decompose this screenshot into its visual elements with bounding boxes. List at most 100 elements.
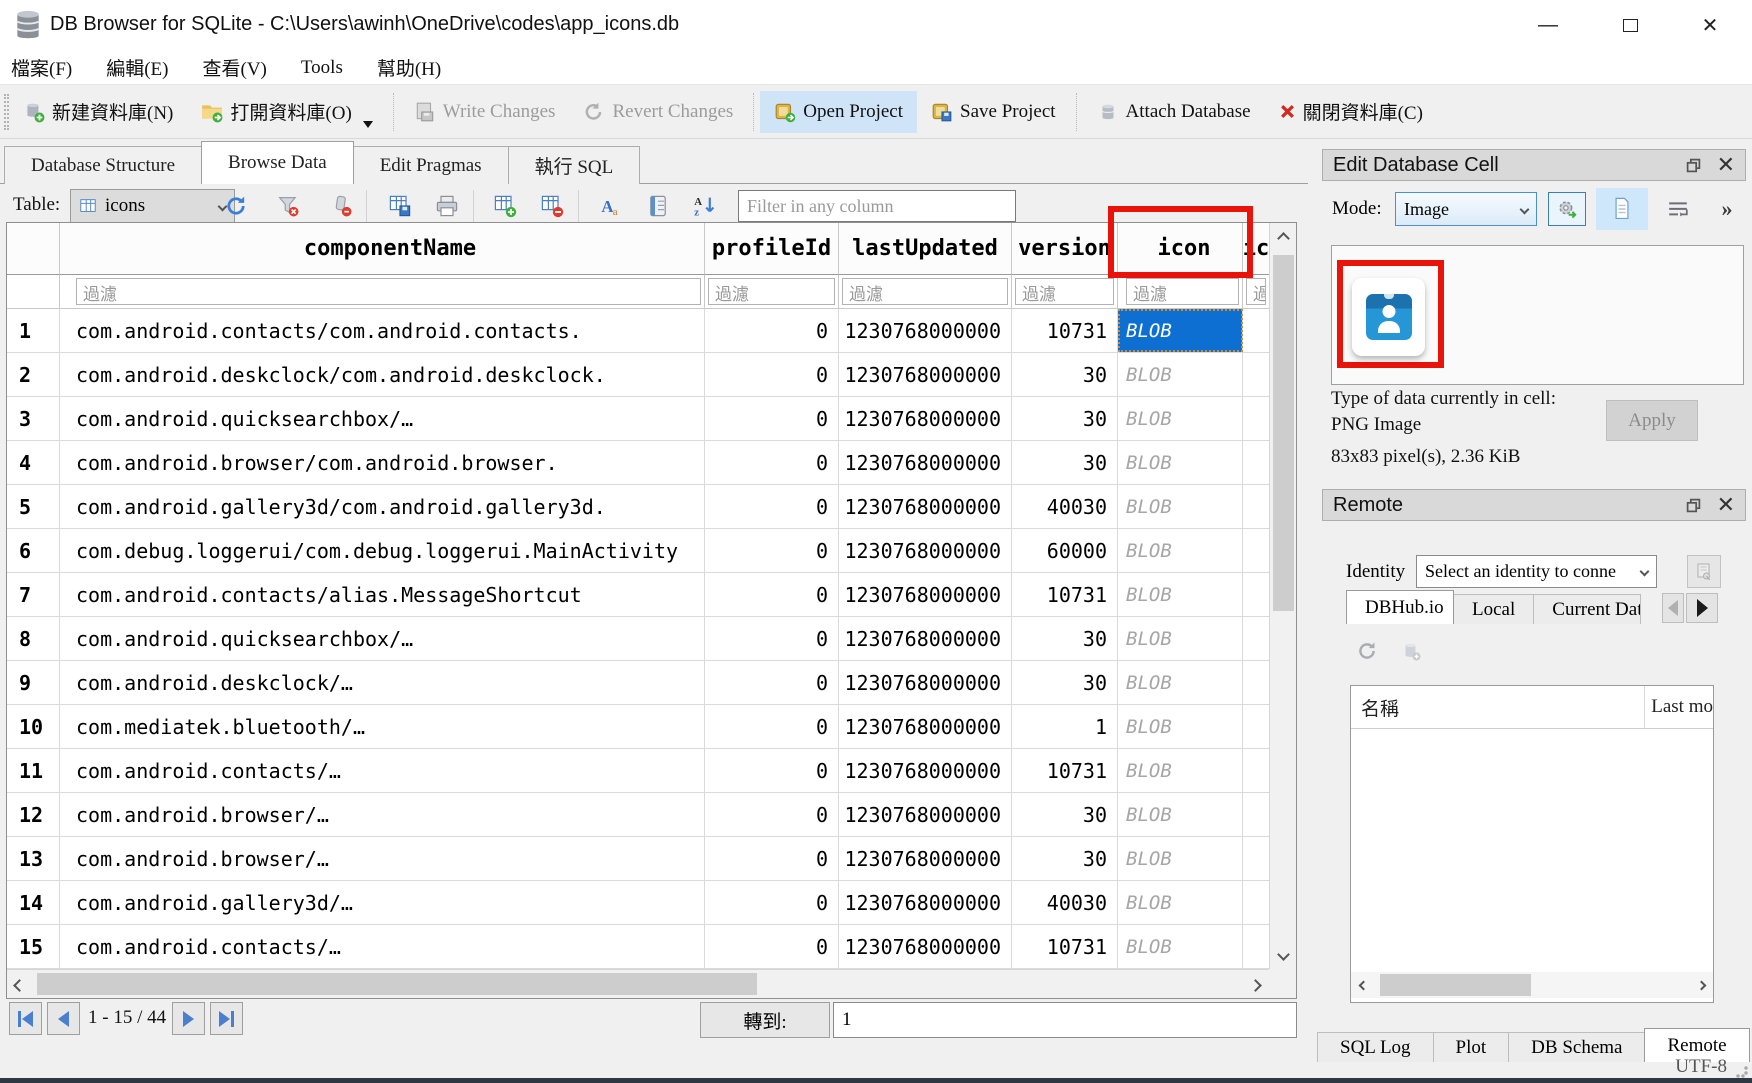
overflow-cell[interactable] [1243,837,1269,880]
lastUpdated-cell[interactable]: 1230768000000 [839,309,1012,352]
lastUpdated-cell[interactable]: 1230768000000 [839,485,1012,528]
lastUpdated-cell[interactable]: 1230768000000 [839,881,1012,924]
remote-list-scrollbar[interactable] [1351,972,1713,998]
componentName-cell[interactable]: com.android.browser/… [60,837,705,880]
version-cell[interactable]: 60000 [1012,529,1118,572]
componentName-cell[interactable]: com.android.gallery3d/com.android.galler… [60,485,705,528]
version-cell[interactable]: 10731 [1012,749,1118,792]
icon-blob-cell[interactable]: BLOB [1118,793,1243,836]
icon-blob-cell[interactable]: BLOB [1118,705,1243,748]
filter-profileId[interactable]: 過濾 [708,278,835,305]
goto-button[interactable]: 轉到: [700,1002,830,1038]
icon-blob-cell[interactable]: BLOB [1118,925,1243,968]
menu-item[interactable]: Tools [301,57,343,79]
filter-icon[interactable]: 過濾 [1126,278,1239,305]
componentName-cell[interactable]: com.android.deskclock/… [60,661,705,704]
row-number-cell[interactable]: 10 [7,705,60,748]
clear-sorting-button[interactable] [324,189,358,223]
icon-blob-cell[interactable]: BLOB [1118,309,1243,352]
lastUpdated-cell[interactable]: 1230768000000 [839,573,1012,616]
identity-select[interactable]: Select an identity to conne [1416,555,1657,588]
lastUpdated-cell[interactable]: 1230768000000 [839,749,1012,792]
componentName-cell[interactable]: com.android.browser/com.android.browser. [60,441,705,484]
column-header-lastUpdated[interactable]: lastUpdated [839,223,1012,275]
profileId-cell[interactable]: 0 [705,705,839,748]
scroll-up-button[interactable] [1270,225,1296,251]
corner-header[interactable] [7,223,60,275]
goto-record-input[interactable] [833,1002,1297,1038]
remote-list-header-modified[interactable]: Last mo [1645,696,1713,718]
scroll-down-button[interactable] [1270,941,1296,967]
lastUpdated-cell[interactable]: 1230768000000 [839,793,1012,836]
apply-button[interactable]: Apply [1606,400,1698,441]
row-number-cell[interactable]: 1 [7,309,60,352]
row-number-cell[interactable]: 9 [7,661,60,704]
remote-refresh-button[interactable] [1356,640,1378,667]
componentName-cell[interactable]: com.android.browser/… [60,793,705,836]
dock-tab[interactable]: SQL Log [1317,1032,1434,1062]
version-cell[interactable]: 30 [1012,397,1118,440]
remote-tab[interactable]: Current Dat [1533,594,1641,624]
overflow-cell[interactable] [1243,793,1269,836]
profileId-cell[interactable]: 0 [705,837,839,880]
table-horizontal-scrollbar[interactable] [7,969,1269,998]
filter-overflow[interactable]: 過濾 [1246,278,1266,305]
remote-list-header-name[interactable]: 名稱 [1351,686,1645,728]
encoding-label[interactable]: UTF-8 [1675,1056,1727,1078]
menu-item[interactable]: 幫助(H) [377,54,441,81]
overflow-cell[interactable] [1243,749,1269,792]
componentName-cell[interactable]: com.android.contacts/… [60,925,705,968]
open-database-button[interactable]: 打開資料庫(O) [187,91,386,133]
version-cell[interactable]: 40030 [1012,881,1118,924]
scroll-left-button[interactable] [1351,972,1375,998]
row-number-cell[interactable]: 3 [7,397,60,440]
float-panel-icon[interactable] [1686,158,1701,173]
icon-blob-cell[interactable]: BLOB [1118,837,1243,880]
row-number-cell[interactable]: 2 [7,353,60,396]
profileId-cell[interactable]: 0 [705,529,839,572]
text-mode-button[interactable] [1596,188,1648,230]
new-database-button[interactable]: 新建資料庫(N) [9,91,187,133]
sort-az-button[interactable]: Az [688,189,722,223]
icon-blob-cell[interactable]: BLOB [1118,397,1243,440]
icon-blob-cell[interactable]: BLOB [1118,749,1243,792]
tab-scroll-left-button[interactable] [1662,593,1684,623]
overflow-cell[interactable] [1243,353,1269,396]
componentName-cell[interactable]: com.android.contacts/com.android.contact… [60,309,705,352]
componentName-cell[interactable]: com.android.quicksearchbox/… [60,397,705,440]
lastUpdated-cell[interactable]: 1230768000000 [839,837,1012,880]
lastUpdated-cell[interactable]: 1230768000000 [839,441,1012,484]
dock-tab[interactable]: Plot [1433,1032,1510,1062]
icon-blob-cell[interactable]: BLOB [1118,441,1243,484]
filter-version[interactable]: 過濾 [1015,278,1114,305]
version-cell[interactable]: 30 [1012,617,1118,660]
open-project-button[interactable]: Open Project [760,91,917,133]
scroll-right-button[interactable] [1243,973,1267,997]
column-header-icon[interactable]: icon [1118,223,1243,275]
table-vertical-scrollbar[interactable] [1269,223,1296,969]
overflow-cell[interactable] [1243,529,1269,572]
profileId-cell[interactable]: 0 [705,793,839,836]
row-number-cell[interactable]: 12 [7,793,60,836]
profileId-cell[interactable]: 0 [705,749,839,792]
import-certificate-button[interactable] [1687,555,1721,588]
profileId-cell[interactable]: 0 [705,353,839,396]
refresh-button[interactable] [219,189,253,223]
attach-database-button[interactable]: Attach Database [1083,91,1265,133]
row-number-cell[interactable]: 5 [7,485,60,528]
dock-tab[interactable]: DB Schema [1508,1032,1645,1062]
tab-scroll-right-button[interactable] [1686,593,1718,623]
icon-blob-cell[interactable]: BLOB [1118,573,1243,616]
overflow-cell[interactable] [1243,881,1269,924]
more-options-chevron[interactable]: » [1710,194,1744,224]
row-number-cell[interactable]: 4 [7,441,60,484]
filter-lastUpdated[interactable]: 過濾 [842,278,1008,305]
version-cell[interactable]: 30 [1012,793,1118,836]
overflow-cell[interactable] [1243,397,1269,440]
row-number-cell[interactable]: 8 [7,617,60,660]
componentName-cell[interactable]: com.android.deskclock/com.android.deskcl… [60,353,705,396]
profileId-cell[interactable]: 0 [705,397,839,440]
vertical-scroll-thumb[interactable] [1273,255,1294,611]
filter-any-column-input[interactable] [738,190,1016,222]
menu-item[interactable]: 檔案(F) [11,54,72,81]
